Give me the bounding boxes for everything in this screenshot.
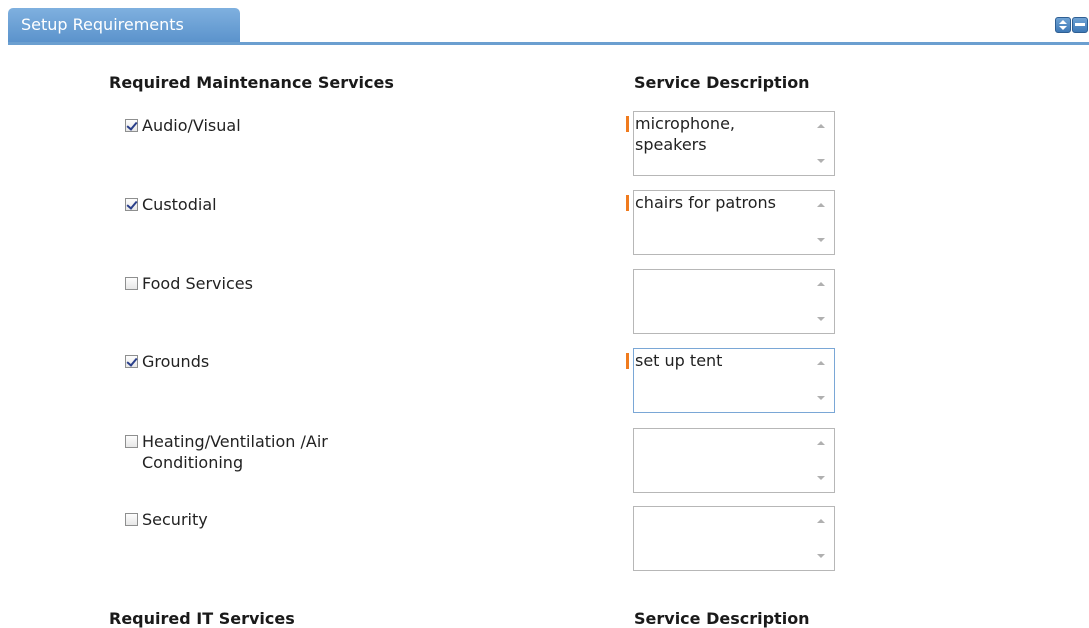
- textarea-scrollbar[interactable]: [807, 191, 834, 254]
- scroll-up-icon[interactable]: [817, 124, 825, 128]
- scroll-down-icon[interactable]: [817, 159, 825, 163]
- scroll-up-icon[interactable]: [817, 282, 825, 286]
- scroll-down-icon[interactable]: [817, 554, 825, 558]
- service-row: Audio/Visual: [125, 115, 241, 136]
- description-text: chairs for patrons: [635, 193, 776, 212]
- textarea-scrollbar[interactable]: [807, 270, 834, 333]
- service-row: Security: [125, 509, 208, 530]
- service-label: Audio/Visual: [142, 116, 241, 135]
- description-textarea[interactable]: microphone, speakers: [633, 111, 835, 176]
- service-checkbox[interactable]: [125, 435, 138, 448]
- scroll-down-icon[interactable]: [817, 476, 825, 480]
- textarea-scrollbar[interactable]: [807, 507, 834, 570]
- it-heading: Required IT Services: [109, 609, 295, 628]
- service-row: Custodial: [125, 194, 217, 215]
- service-checkbox[interactable]: [125, 198, 138, 211]
- description-textarea[interactable]: chairs for patrons: [633, 190, 835, 255]
- description-textarea[interactable]: set up tent: [633, 348, 835, 413]
- service-checkbox[interactable]: [125, 119, 138, 132]
- service-row: Grounds: [125, 351, 209, 372]
- textarea-scrollbar[interactable]: [807, 429, 834, 492]
- maintenance-heading: Required Maintenance Services: [109, 73, 394, 92]
- description-textarea[interactable]: [633, 269, 835, 334]
- scroll-down-icon[interactable]: [817, 238, 825, 242]
- service-label: Food Services: [142, 274, 253, 293]
- scroll-down-icon[interactable]: [817, 317, 825, 321]
- scroll-up-icon[interactable]: [817, 519, 825, 523]
- required-marker: [626, 195, 629, 211]
- description-text: set up tent: [635, 351, 723, 370]
- scroll-down-icon[interactable]: [817, 396, 825, 400]
- textarea-scrollbar[interactable]: [807, 112, 834, 175]
- it-desc-heading: Service Description: [634, 609, 810, 628]
- required-marker: [626, 116, 629, 132]
- description-textarea[interactable]: [633, 428, 835, 493]
- scroll-up-icon[interactable]: [817, 441, 825, 445]
- maintenance-desc-heading: Service Description: [634, 73, 810, 92]
- service-label: Custodial: [142, 195, 217, 214]
- service-label: Heating/Ventilation /Air Conditioning: [142, 432, 328, 472]
- textarea-scrollbar[interactable]: [807, 349, 834, 412]
- panel-tools: [1055, 17, 1088, 33]
- scroll-up-icon[interactable]: [817, 203, 825, 207]
- required-marker: [626, 353, 629, 369]
- description-text: microphone, speakers: [635, 114, 735, 154]
- description-textarea[interactable]: [633, 506, 835, 571]
- sort-icon[interactable]: [1055, 17, 1071, 33]
- service-checkbox[interactable]: [125, 277, 138, 290]
- service-checkbox[interactable]: [125, 513, 138, 526]
- scroll-up-icon[interactable]: [817, 361, 825, 365]
- service-checkbox[interactable]: [125, 355, 138, 368]
- service-row: Heating/Ventilation /Air Conditioning: [125, 431, 372, 473]
- collapse-icon[interactable]: [1072, 17, 1088, 33]
- service-label: Grounds: [142, 352, 210, 371]
- panel-header: Setup Requirements: [8, 8, 1089, 45]
- panel-title[interactable]: Setup Requirements: [8, 8, 240, 42]
- service-label: Security: [142, 510, 208, 529]
- service-row: Food Services: [125, 273, 253, 294]
